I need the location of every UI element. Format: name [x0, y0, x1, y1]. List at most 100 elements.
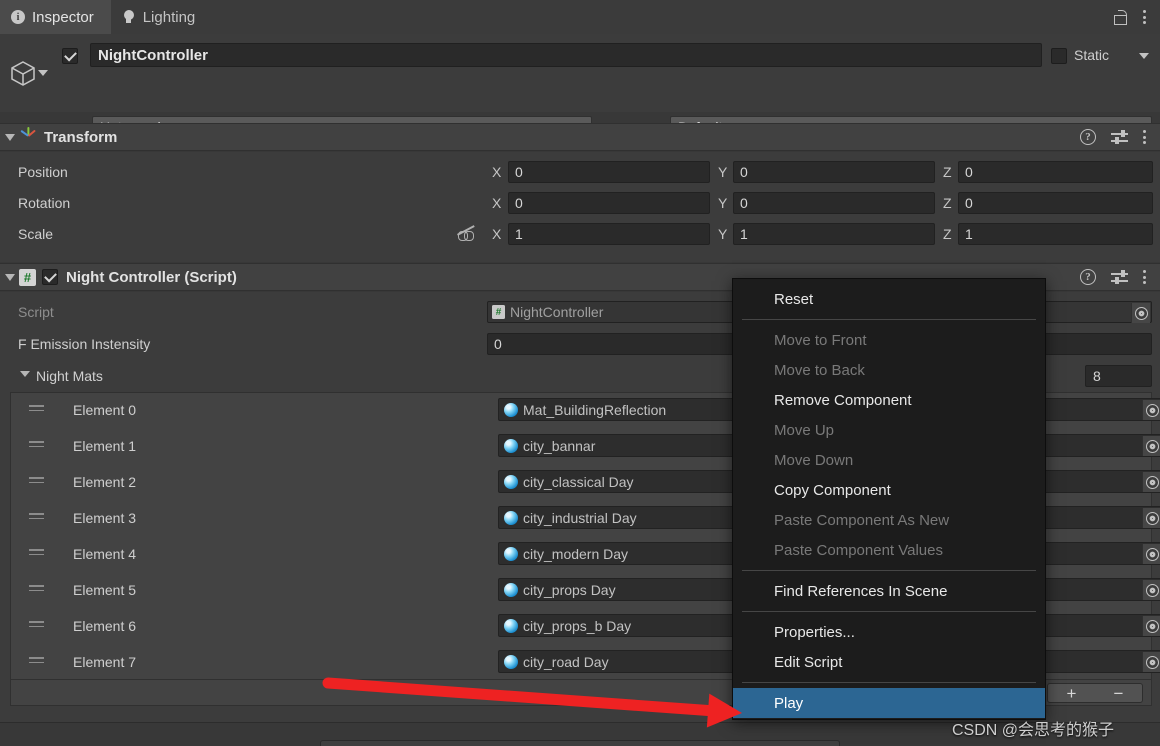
tab-bar-actions — [1114, 0, 1160, 34]
drag-handle-icon[interactable] — [29, 513, 44, 521]
context-menu-item-edit-script[interactable]: Edit Script — [733, 647, 1045, 677]
context-menu-item-reset[interactable]: Reset — [733, 284, 1045, 314]
drag-handle-icon[interactable] — [29, 585, 44, 593]
transform-axis-icon — [18, 127, 38, 146]
drag-handle-icon[interactable] — [29, 657, 44, 665]
context-menu-item-paste-component-values[interactable]: Paste Component Values — [733, 535, 1045, 565]
context-menu-item-properties[interactable]: Properties... — [733, 617, 1045, 647]
help-icon[interactable]: ? — [1080, 129, 1096, 145]
script-label: Script — [18, 304, 54, 320]
context-menu-separator — [742, 319, 1036, 320]
context-menu-item-move-to-front[interactable]: Move to Front — [733, 325, 1045, 355]
object-picker-button[interactable] — [1142, 652, 1160, 672]
drag-handle-icon[interactable] — [29, 441, 44, 449]
scale-x-input[interactable]: 1 — [508, 223, 710, 245]
context-menu-item-move-to-back[interactable]: Move to Back — [733, 355, 1045, 385]
prefab-dropdown-caret-icon[interactable] — [38, 70, 48, 76]
element-label: Element 4 — [73, 546, 137, 562]
scale-z-input[interactable]: 1 — [958, 223, 1153, 245]
csharp-script-icon: # — [19, 268, 36, 286]
static-checkbox[interactable] — [1051, 48, 1067, 64]
material-icon — [504, 438, 518, 453]
foldout-arrow-icon[interactable] — [5, 133, 15, 141]
foldout-arrow-icon[interactable] — [5, 273, 15, 281]
rotation-y-input[interactable]: 0 — [733, 192, 935, 214]
material-icon — [504, 402, 518, 417]
static-dropdown-caret-icon[interactable] — [1139, 53, 1149, 59]
scale-y-input[interactable]: 1 — [733, 223, 935, 245]
add-element-button[interactable]: + — [1048, 684, 1095, 702]
night-mats-size-input[interactable]: 8 — [1085, 365, 1152, 387]
remove-element-button[interactable]: − — [1095, 684, 1142, 702]
context-menu-item-copy-component[interactable]: Copy Component — [733, 475, 1045, 505]
element-value: city_bannar — [523, 437, 596, 454]
component-enabled-checkbox[interactable] — [42, 269, 58, 285]
tab-lighting[interactable]: Lighting — [111, 0, 213, 34]
gameobject-enabled-checkbox[interactable] — [62, 48, 78, 64]
object-picker-button[interactable] — [1142, 580, 1160, 600]
material-icon — [504, 474, 518, 489]
kebab-menu-icon[interactable] — [1143, 129, 1147, 145]
context-menu-item-find-references-in-scene[interactable]: Find References In Scene — [733, 576, 1045, 606]
context-menu-item-play[interactable]: Play — [733, 688, 1045, 718]
rotation-z-input[interactable]: 0 — [958, 192, 1153, 214]
transform-body: Position X 0 Y 0 Z 0 Rotation X 0 Y 0 Z … — [0, 152, 1160, 262]
object-picker-button[interactable] — [1142, 400, 1160, 420]
axis-x-label: X — [492, 226, 502, 242]
transform-component-header[interactable]: Transform ? — [0, 123, 1160, 151]
kebab-menu-icon[interactable] — [1143, 269, 1147, 285]
kebab-menu-icon[interactable] — [1143, 9, 1147, 25]
drag-handle-icon[interactable] — [29, 477, 44, 485]
context-menu-separator — [742, 682, 1036, 683]
script-object-value: NightController — [510, 304, 604, 320]
axis-x-label: X — [492, 195, 502, 211]
night-controller-title: Night Controller (Script) — [66, 268, 237, 286]
transform-title: Transform — [44, 128, 118, 146]
rotation-x-input[interactable]: 0 — [508, 192, 710, 214]
material-icon — [504, 546, 518, 561]
drag-handle-icon[interactable] — [29, 621, 44, 629]
context-menu-item-move-up[interactable]: Move Up — [733, 415, 1045, 445]
element-value: city_industrial Day — [523, 509, 637, 526]
element-label: Element 5 — [73, 582, 137, 598]
drag-handle-icon[interactable] — [29, 549, 44, 557]
object-picker-button[interactable] — [1142, 436, 1160, 456]
drag-handle-icon[interactable] — [29, 405, 44, 413]
foldout-arrow-icon[interactable] — [20, 371, 30, 377]
position-z-input[interactable]: 0 — [958, 161, 1153, 183]
position-x-input[interactable]: 0 — [508, 161, 710, 183]
component-context-menu: Reset Move to Front Move to Back Remove … — [732, 278, 1046, 720]
position-y-input[interactable]: 0 — [733, 161, 935, 183]
help-icon[interactable]: ? — [1080, 269, 1096, 285]
element-value: Mat_BuildingReflection — [523, 401, 667, 418]
preset-icon[interactable] — [1111, 270, 1128, 284]
axis-y-label: Y — [718, 164, 728, 180]
context-menu-item-paste-component-as-new[interactable]: Paste Component As New — [733, 505, 1045, 535]
transform-rotation-row: Rotation X 0 Y 0 Z 0 — [0, 191, 1160, 216]
material-icon — [504, 654, 518, 669]
context-menu-item-remove-component[interactable]: Remove Component — [733, 385, 1045, 415]
unlink-scale-icon[interactable] — [457, 225, 477, 242]
preset-icon[interactable] — [1111, 130, 1128, 144]
element-value: city_modern Day — [523, 545, 629, 562]
material-icon — [504, 582, 518, 597]
object-picker-button[interactable] — [1142, 616, 1160, 636]
object-picker-button[interactable] — [1142, 508, 1160, 528]
context-menu-item-move-down[interactable]: Move Down — [733, 445, 1045, 475]
element-label: Element 6 — [73, 618, 137, 634]
object-picker-button[interactable] — [1131, 303, 1150, 323]
object-picker-button[interactable] — [1142, 544, 1160, 564]
tab-inspector-label: Inspector — [32, 8, 94, 26]
element-value: city_classical Day — [523, 473, 634, 490]
gameobject-name-input[interactable]: NightController — [90, 43, 1042, 67]
axis-x-label: X — [492, 164, 502, 180]
axis-y-label: Y — [718, 226, 728, 242]
object-picker-button[interactable] — [1142, 472, 1160, 492]
night-mats-label: Night Mats — [36, 368, 103, 384]
lock-open-icon[interactable] — [1114, 9, 1127, 25]
add-component-button[interactable] — [320, 740, 840, 746]
csharp-script-icon: # — [492, 305, 505, 319]
tab-inspector[interactable]: i Inspector — [0, 0, 111, 34]
inspector-window: i Inspector Lighting NightController Sta… — [0, 0, 1160, 746]
axis-y-label: Y — [718, 195, 728, 211]
